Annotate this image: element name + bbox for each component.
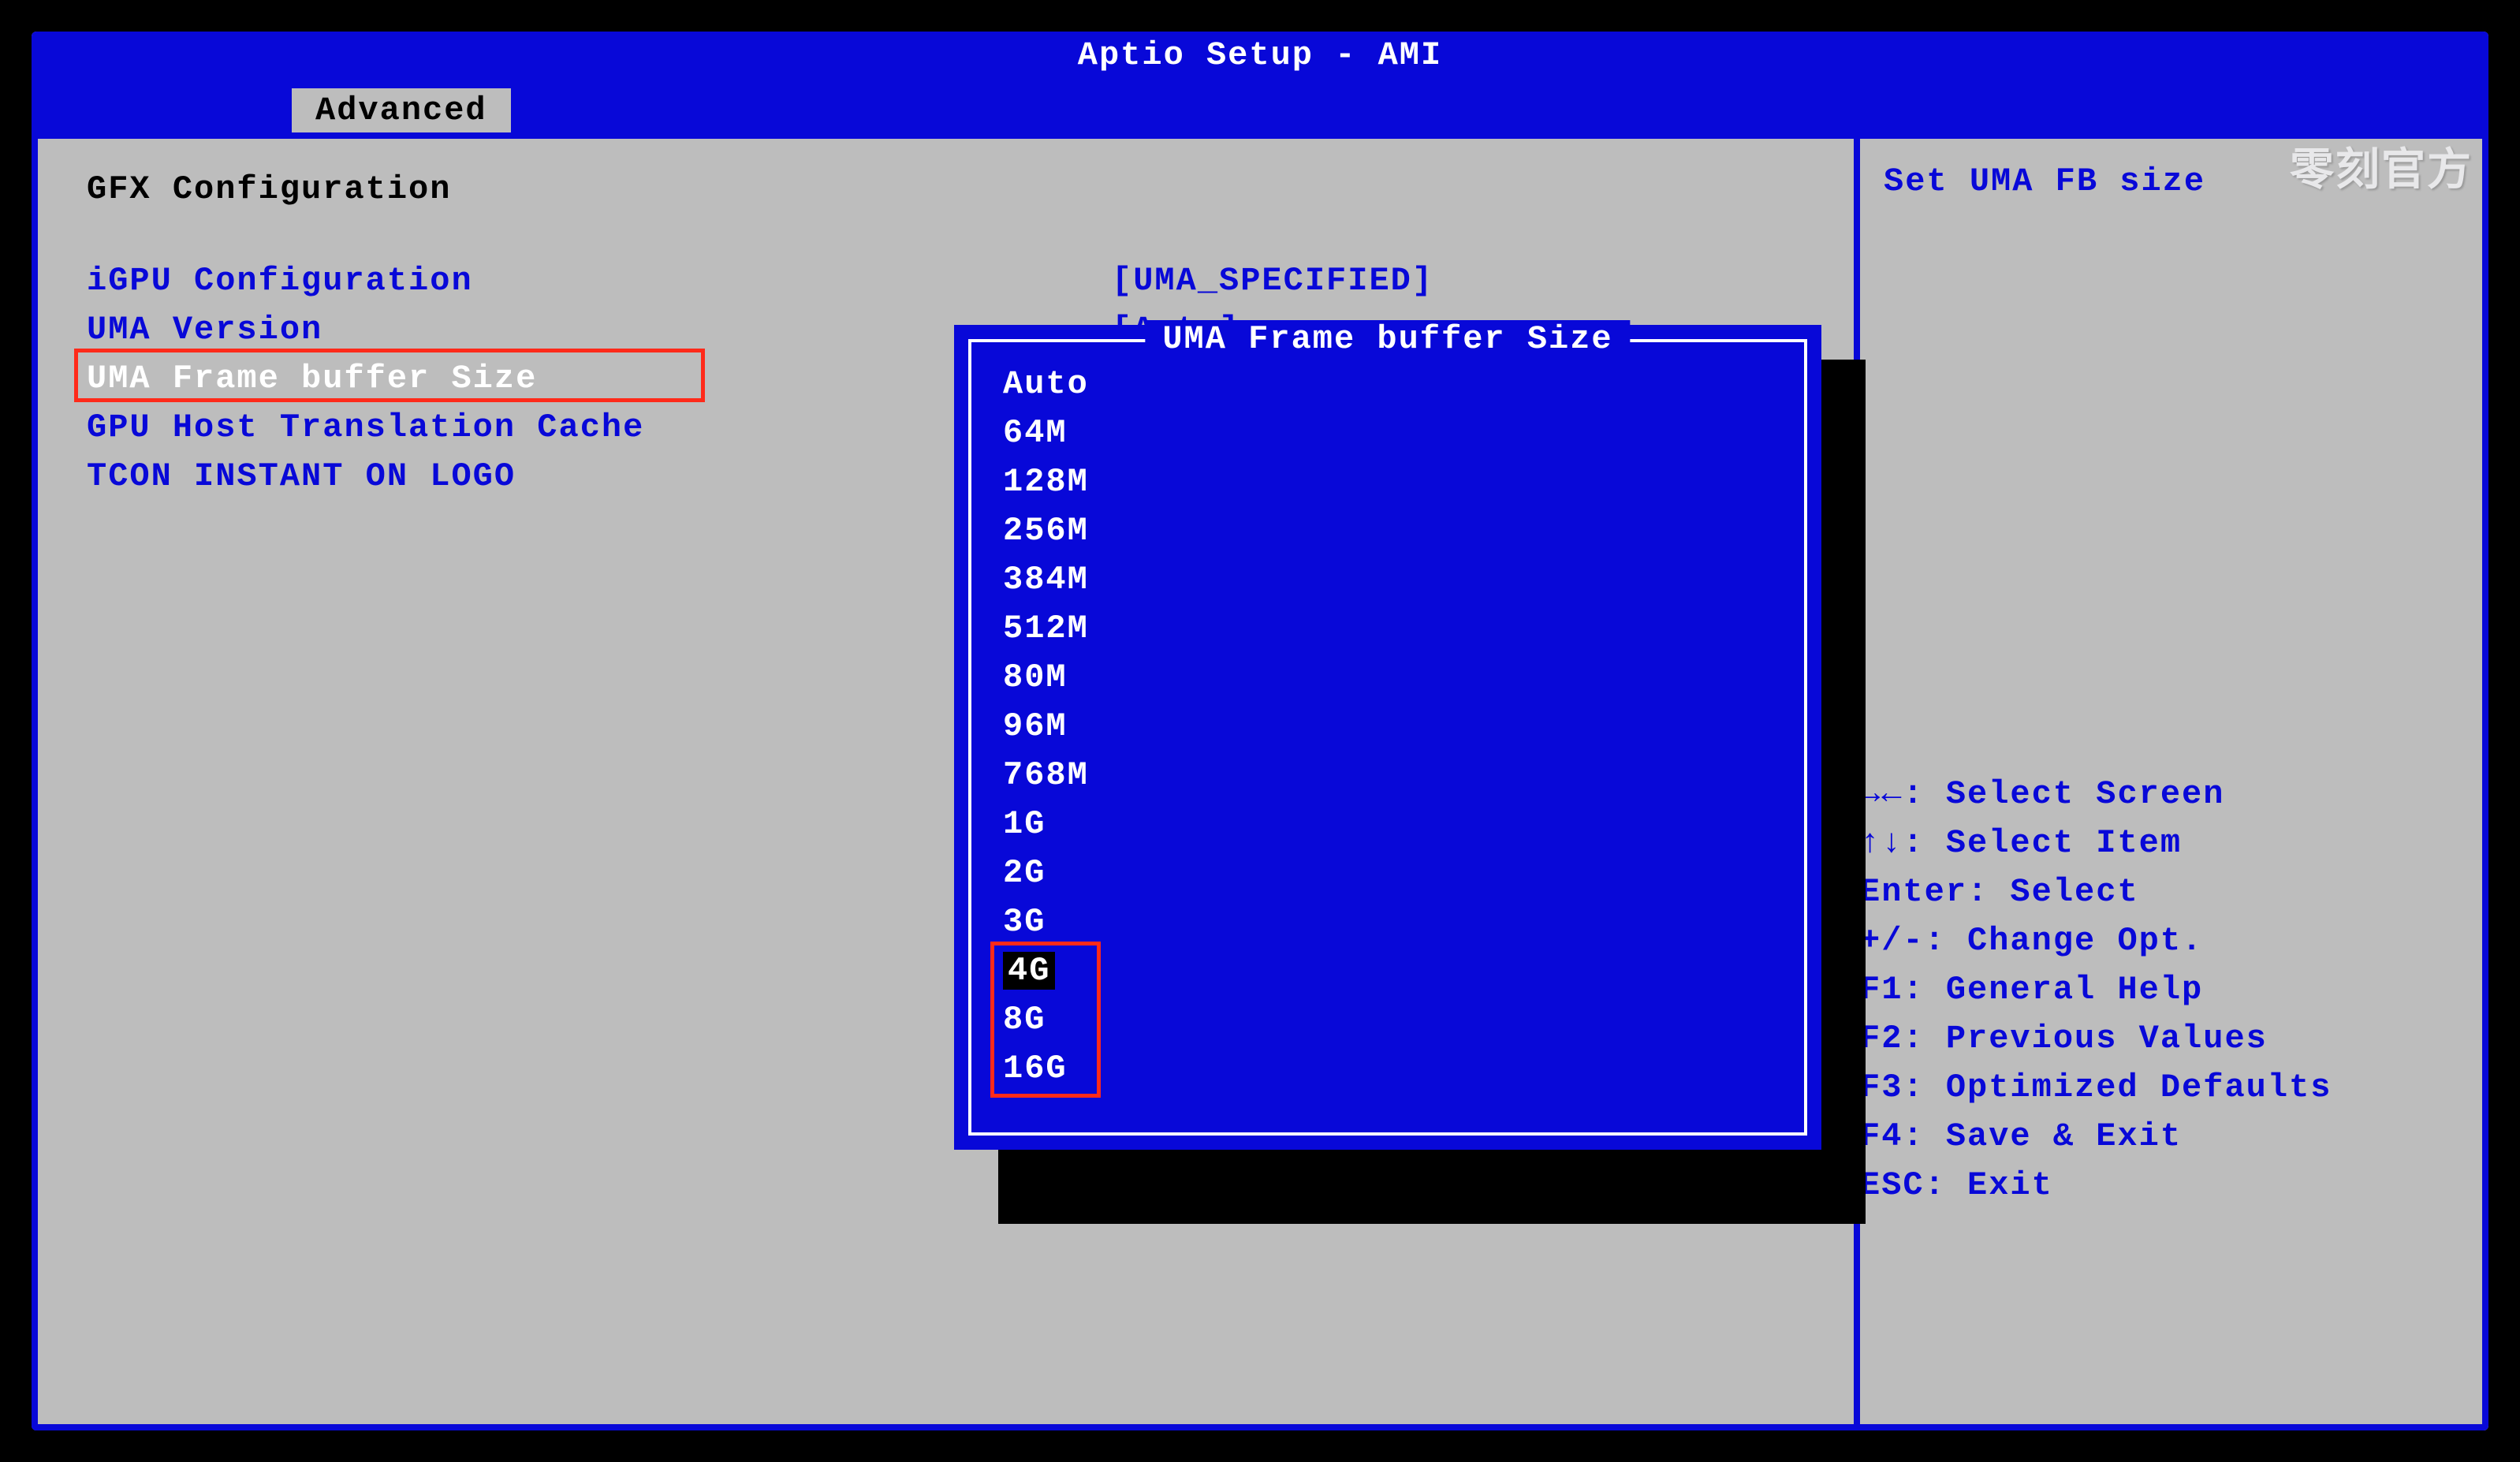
help-key-1: ↑↓: Select Item (1810, 819, 2482, 867)
setting-uma-frame-buffer-size[interactable]: UMA Frame buffer Size (87, 360, 537, 397)
help-key-2: Enter: Select (1810, 867, 2482, 916)
popup-option-128m[interactable]: 128M (1003, 457, 1773, 506)
help-key-5: F2: Previous Values (1810, 1014, 2482, 1063)
popup-option-384m[interactable]: 384M (1003, 555, 1773, 604)
popup-option-4g[interactable]: 4G (1003, 946, 1773, 995)
value-igpu-configuration: [UMA_SPECIFIED] (1112, 262, 1433, 300)
help-key-3: +/-: Change Opt. (1810, 916, 2482, 965)
setting-tcon-instant-on-logo[interactable]: TCON INSTANT ON LOGO (87, 457, 516, 495)
help-key-4: F1: General Help (1810, 965, 2482, 1014)
popup-options: Auto64M128M256M384M512M80M96M768M1G2G3G4… (1003, 360, 1773, 1093)
popup-option-96m[interactable]: 96M (1003, 702, 1773, 751)
help-description: Set UMA FB size (1884, 162, 2205, 200)
setting-uma-version[interactable]: UMA Version (87, 311, 322, 349)
main-panel: GFX Configuration iGPU Configuration [UM… (32, 132, 1854, 1430)
bios-title-bar: Aptio Setup - AMI Advanced (32, 32, 2488, 132)
popup-option-256m[interactable]: 256M (1003, 506, 1773, 555)
popup-option-auto[interactable]: Auto (1003, 360, 1773, 408)
popup-option-2g[interactable]: 2G (1003, 848, 1773, 897)
tab-strip: Advanced (32, 84, 2488, 132)
popup-option-8g[interactable]: 8G (1003, 995, 1773, 1044)
popup-title: UMA Frame buffer Size (1145, 320, 1630, 358)
help-key-6: F3: Optimized Defaults (1810, 1063, 2482, 1112)
watermark: 零刻官方 (2290, 134, 2473, 198)
popup-option-1g[interactable]: 1G (1003, 800, 1773, 848)
page-heading: GFX Configuration (87, 170, 451, 208)
tab-advanced[interactable]: Advanced (292, 88, 511, 132)
bios-title: Aptio Setup - AMI (32, 36, 2488, 74)
popup-option-512m[interactable]: 512M (1003, 604, 1773, 653)
popup-option-3g[interactable]: 3G (1003, 897, 1773, 946)
popup-option-768m[interactable]: 768M (1003, 751, 1773, 800)
setting-gpu-host-translation-cache[interactable]: GPU Host Translation Cache (87, 408, 644, 446)
uma-fb-popup: UMA Frame buffer Size Auto64M128M256M384… (954, 325, 1821, 1150)
popup-option-64m[interactable]: 64M (1003, 408, 1773, 457)
popup-option-80m[interactable]: 80M (1003, 653, 1773, 702)
setting-igpu-configuration[interactable]: iGPU Configuration (87, 262, 473, 300)
side-panel: Set UMA FB size →←: Select Screen↑↓: Sel… (1854, 132, 2488, 1430)
help-keys: →←: Select Screen↑↓: Select ItemEnter: S… (1860, 770, 2482, 1210)
popup-option-16g[interactable]: 16G (1003, 1044, 1773, 1093)
help-key-7: F4: Save & Exit (1810, 1112, 2482, 1161)
help-key-8: ESC: Exit (1810, 1161, 2482, 1210)
help-key-0: →←: Select Screen (1810, 770, 2482, 819)
